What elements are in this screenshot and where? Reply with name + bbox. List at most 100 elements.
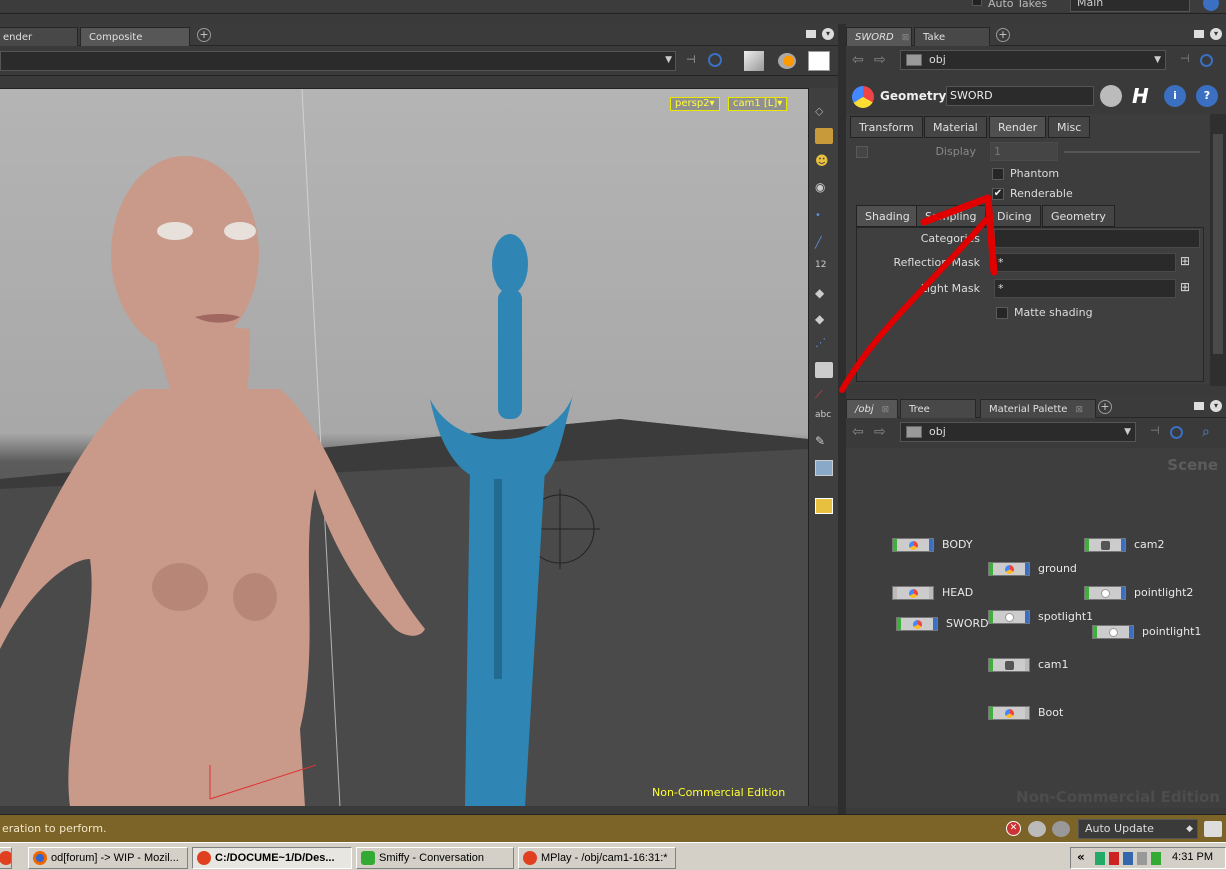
forward-arrow-icon[interactable]: ⇨ (874, 52, 886, 68)
shading-cube-icon[interactable] (744, 51, 764, 71)
tab-render-view[interactable]: ender View⊠ (0, 27, 78, 62)
vector-display-icon[interactable]: ⟋ (815, 388, 833, 404)
viewport-path-field[interactable]: ▼ (0, 51, 676, 71)
eye-icon[interactable]: ◉ (815, 180, 833, 196)
houdini-h-icon[interactable]: H (1132, 84, 1149, 108)
add-tab-icon[interactable]: + (197, 28, 211, 42)
auto-takes-checkbox[interactable] (972, 0, 982, 6)
prim-number-icon[interactable]: ◆ (815, 312, 833, 328)
search-icon[interactable]: ⌕ (1202, 424, 1210, 440)
link-icon[interactable] (708, 53, 722, 67)
help-icon[interactable] (1203, 0, 1219, 11)
background-color-icon[interactable] (808, 51, 830, 71)
tab-network-obj[interactable]: /obj ⊠ (846, 399, 898, 418)
tab-take-list[interactable]: Take List⊠ (914, 27, 990, 62)
tab-tree-view[interactable]: Tree View⊠ (900, 399, 976, 434)
pane-menu-icon[interactable]: ▾ (822, 28, 834, 40)
forward-arrow-icon[interactable]: ⇨ (874, 424, 886, 440)
chevron-down-icon[interactable]: ▼ (665, 55, 672, 65)
help-icon[interactable]: ? (1196, 85, 1218, 107)
taskbar-clipped-item[interactable] (0, 847, 12, 869)
view-menu[interactable]: cam1 [L]▾ (728, 97, 788, 111)
phantom-checkbox[interactable] (992, 168, 1004, 180)
tab-render[interactable]: Render (989, 116, 1047, 138)
tab-misc[interactable]: Misc (1048, 116, 1091, 138)
tab-composite-view[interactable]: Composite View⊠ (80, 27, 190, 62)
light-icon[interactable]: ☻ (815, 154, 833, 170)
tab-parameters[interactable]: SWORD ⊠ (846, 27, 912, 46)
speech-bubble-icon[interactable] (1028, 821, 1046, 837)
camera-menu[interactable]: persp2▾ (670, 97, 720, 111)
categories-field[interactable] (994, 229, 1200, 248)
stop-icon[interactable]: ✕ (1006, 821, 1021, 836)
take-select[interactable]: Main (1070, 0, 1190, 12)
pin-icon[interactable]: ⊣ (1180, 52, 1190, 65)
add-tab-icon[interactable]: + (996, 28, 1010, 42)
snap-icon[interactable]: ⬦ (815, 104, 833, 120)
3d-viewport[interactable]: persp2▾ cam1 [L]▾ Non-Commercial Edition (0, 88, 808, 806)
taskbar-item-firefox[interactable]: od[forum] -> WIP - Mozil... (28, 847, 188, 869)
tray-app-icon[interactable] (1151, 852, 1161, 865)
close-icon[interactable]: ⊠ (902, 33, 910, 43)
object-chooser-icon[interactable]: ⊞ (1180, 254, 1196, 270)
light-mask-field[interactable]: * (994, 279, 1176, 298)
pane-menu-icon[interactable]: ▾ (1210, 400, 1222, 412)
link-icon[interactable] (1200, 54, 1213, 67)
display-slider[interactable] (1064, 151, 1200, 153)
pane-divider[interactable] (838, 24, 846, 814)
close-icon[interactable]: ⊠ (1075, 405, 1083, 415)
tray-app-icon[interactable] (1109, 852, 1119, 865)
taskbar-item-houdini[interactable]: C:/DOCUME~1/D/Des... (192, 847, 352, 869)
cache-icon[interactable] (1204, 821, 1222, 837)
brush-icon[interactable]: ✎ (815, 434, 833, 450)
chevron-left-icon[interactable]: « (1077, 850, 1085, 864)
chevron-down-icon[interactable]: ▼ (1154, 51, 1161, 69)
point-number-icon[interactable]: 12 (815, 260, 833, 276)
tab-material-palette[interactable]: Material Palette ⊠ (980, 399, 1096, 418)
camera-icon[interactable] (815, 128, 833, 144)
tab-material[interactable]: Material (924, 116, 987, 138)
network-path-field[interactable]: obj ▼ (900, 422, 1136, 442)
pin-icon[interactable]: ⊣ (686, 53, 700, 67)
background-image-icon[interactable] (815, 460, 833, 476)
link-icon[interactable] (1170, 426, 1183, 439)
network-icon[interactable] (1123, 852, 1133, 865)
pane-menu-icon[interactable]: ▾ (1210, 28, 1222, 40)
back-arrow-icon[interactable]: ⇦ (852, 424, 864, 440)
back-arrow-icon[interactable]: ⇦ (852, 52, 864, 68)
point-display-icon[interactable]: • (815, 210, 833, 226)
pin-icon[interactable]: ⊣ (1150, 424, 1160, 437)
parameter-scrollbar[interactable] (1210, 114, 1226, 386)
close-icon[interactable]: ⊠ (882, 405, 890, 415)
layout-icon[interactable] (815, 498, 833, 514)
update-mode-select[interactable]: Auto Update ◆ (1078, 819, 1198, 839)
display-field[interactable]: 1 (990, 142, 1058, 161)
edge-display-icon[interactable]: ⋰ (815, 336, 833, 352)
reflection-mask-field[interactable]: * (994, 253, 1176, 272)
object-chooser-icon[interactable]: ⊞ (1180, 280, 1196, 296)
gear-icon[interactable] (1100, 85, 1122, 107)
lighting-icon[interactable] (778, 53, 796, 69)
network-editor[interactable]: Scene BODY cam2 ground HEAD pointlight2 … (846, 448, 1226, 808)
taskbar-item-mplay[interactable]: MPlay - /obj/cam1-16:31:* (518, 847, 676, 869)
normal-display-icon[interactable]: ╱ (815, 236, 833, 252)
refresh-icon[interactable] (1052, 821, 1070, 837)
subtab-geometry[interactable]: Geometry (1042, 205, 1115, 227)
maximize-pane-icon[interactable] (1194, 402, 1204, 410)
maximize-pane-icon[interactable] (1194, 30, 1204, 38)
node-name-field[interactable]: SWORD (946, 86, 1094, 106)
tray-app-icon[interactable] (1095, 852, 1105, 865)
scroll-thumb[interactable] (1213, 134, 1223, 354)
display-toggle[interactable] (856, 146, 868, 158)
add-tab-icon[interactable]: + (1098, 400, 1112, 414)
attribute-text-icon[interactable]: abc (815, 410, 833, 426)
parameter-path-field[interactable]: obj ▼ (900, 50, 1166, 70)
tab-transform[interactable]: Transform (850, 116, 923, 138)
chevron-down-icon[interactable]: ▼ (1124, 423, 1131, 441)
volume-icon[interactable] (1137, 852, 1147, 865)
info-icon[interactable]: i (1164, 85, 1186, 107)
maximize-pane-icon[interactable] (806, 30, 816, 38)
taskbar-item-messenger[interactable]: Smiffy - Conversation (356, 847, 514, 869)
uv-display-icon[interactable] (815, 362, 833, 378)
prim-display-icon[interactable]: ◆ (815, 286, 833, 302)
